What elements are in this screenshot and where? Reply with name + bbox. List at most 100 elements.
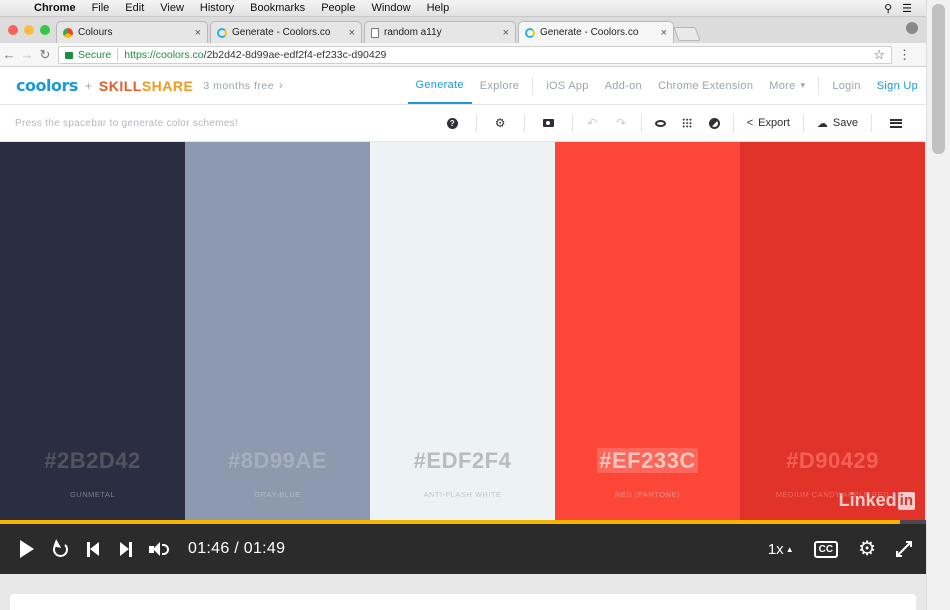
closed-captions-button[interactable]: CC [813, 540, 839, 558]
nav-divider [532, 76, 534, 95]
swatch-hex[interactable]: #D90429 [740, 448, 925, 474]
color-swatch-red-pantone[interactable]: #EF233C RED (PANTONE) [555, 142, 740, 520]
menu-edit[interactable]: Edit [117, 2, 152, 14]
zoom-window-icon[interactable] [40, 25, 50, 35]
help-icon[interactable]: ? [443, 114, 462, 133]
menu-people[interactable]: People [313, 2, 363, 14]
swatch-hex[interactable]: #EF233C [555, 448, 740, 474]
nav-ios-app[interactable]: iOS App [538, 67, 596, 104]
mac-menu-bar: Chrome File Edit View History Bookmarks … [0, 0, 926, 17]
window-controls [8, 25, 50, 35]
generator-toolbar: Press the spacebar to generate color sch… [0, 105, 926, 142]
close-tab-icon[interactable]: × [349, 27, 355, 39]
content-card [10, 594, 916, 610]
coolors-icon [525, 27, 535, 38]
toolbar-divider [802, 114, 804, 132]
back-arrow-icon[interactable]: ← [0, 47, 18, 62]
redo-icon[interactable]: ↷ [612, 114, 631, 133]
toolbar-divider [523, 114, 525, 132]
tab-generate-coolors[interactable]: Generate - Coolors.co × [210, 21, 362, 43]
swatch-hex[interactable]: #2B2D42 [0, 448, 185, 474]
settings-gear-icon[interactable]: ⚙ [491, 114, 510, 133]
coolors-header: coolors + SKILLSHARE 3 months free › Gen… [0, 67, 926, 105]
notification-center-icon[interactable]: ☰ [902, 2, 912, 15]
save-button[interactable]: ☁ Save [817, 117, 858, 130]
menu-app-name[interactable]: Chrome [26, 2, 84, 14]
nav-chrome-extension[interactable]: Chrome Extension [650, 67, 761, 104]
google-icon [63, 27, 73, 38]
page-scrollbar[interactable] [926, 0, 950, 610]
playback-speed-button[interactable]: 1x ▲ [768, 541, 794, 558]
grid-icon[interactable] [678, 114, 697, 133]
nav-explore[interactable]: Explore [472, 67, 527, 104]
plus-sign: + [84, 78, 92, 93]
export-button[interactable]: < Export [747, 117, 790, 129]
color-swatch-gunmetal[interactable]: #2B2D42 GUNMETAL [0, 142, 185, 520]
menu-window[interactable]: Window [363, 2, 418, 14]
spotlight-search-icon[interactable]: ⚲ [884, 2, 892, 15]
menu-file[interactable]: File [84, 2, 118, 14]
signup-link[interactable]: Sign Up [869, 67, 926, 104]
toolbar-divider [475, 114, 477, 132]
nav-divider [818, 76, 820, 95]
play-icon[interactable] [12, 534, 42, 564]
tab-title: random a11y [384, 27, 442, 38]
menu-history[interactable]: History [192, 2, 242, 14]
close-window-icon[interactable] [8, 25, 18, 35]
swatch-hex[interactable]: #EDF2F4 [370, 448, 555, 474]
forward-arrow-icon[interactable]: → [18, 47, 36, 62]
profile-icon[interactable] [906, 22, 918, 34]
replay-icon[interactable] [45, 534, 75, 564]
menu-view[interactable]: View [152, 2, 192, 14]
fullscreen-icon[interactable] [896, 541, 912, 557]
url-input[interactable]: Secure https://coolors.co/2b2d42-8d99ae-… [58, 45, 892, 64]
menu-bookmarks[interactable]: Bookmarks [242, 2, 313, 14]
skillshare-logo[interactable]: SKILLSHARE [99, 78, 193, 94]
reload-icon[interactable]: ↻ [36, 47, 54, 63]
toolbar-divider [732, 114, 734, 132]
menu-help[interactable]: Help [419, 2, 458, 14]
nav-more[interactable]: More ▾ [761, 67, 813, 104]
next-icon[interactable] [111, 534, 141, 564]
document-icon [371, 27, 379, 38]
hamburger-menu-icon[interactable] [886, 114, 905, 133]
camera-icon[interactable] [539, 114, 558, 133]
close-tab-icon[interactable]: × [661, 27, 667, 39]
bookmark-star-icon[interactable]: ☆ [873, 47, 885, 63]
swatch-color-name: GUNMETAL [69, 490, 116, 499]
secure-label: Secure [78, 48, 119, 61]
settings-gear-icon[interactable]: ⚙ [858, 539, 876, 559]
color-swatch-medium-candy-apple-red[interactable]: #D90429 MEDIUM CANDY APPLE RED Linked in [740, 142, 925, 520]
view-eye-icon[interactable] [651, 114, 670, 133]
contrast-icon[interactable] [705, 114, 724, 133]
scrollbar-thumb[interactable] [932, 4, 945, 154]
undo-icon[interactable]: ↶ [583, 114, 602, 133]
swatch-hex[interactable]: #8D99AE [185, 448, 370, 474]
color-swatch-gray-blue[interactable]: #8D99AE GRAY-BLUE [185, 142, 370, 520]
nav-generate[interactable]: Generate [407, 67, 472, 104]
swatch-color-name: GRAY-BLUE [254, 490, 301, 499]
tab-random-a11y[interactable]: random a11y × [364, 21, 516, 43]
tab-colours[interactable]: Colours × [56, 21, 208, 43]
login-link[interactable]: Login [824, 67, 868, 104]
browser-menu-icon[interactable]: ⋮ [898, 47, 911, 63]
caret-up-icon: ▲ [785, 544, 794, 554]
close-tab-icon[interactable]: × [503, 27, 509, 39]
nav-add-on[interactable]: Add-on [597, 67, 650, 104]
lock-icon [65, 52, 73, 59]
new-tab-button[interactable] [673, 27, 701, 41]
previous-icon[interactable] [78, 534, 108, 564]
cloud-upload-icon: ☁ [816, 117, 828, 130]
toolbar-actions: ? ⚙ ↶ ↷ < Export ☁ Save [434, 105, 926, 141]
video-controls: 01:46 / 01:49 1x ▲ CC ⚙ [0, 524, 926, 574]
minimize-window-icon[interactable] [24, 25, 34, 35]
swatch-color-name: ANTI-FLASH WHITE [423, 490, 502, 499]
screen: Chrome File Edit View History Bookmarks … [0, 0, 950, 610]
toolbar-divider [871, 114, 872, 132]
close-tab-icon[interactable]: × [195, 27, 201, 39]
color-swatch-anti-flash-white[interactable]: #EDF2F4 ANTI-FLASH WHITE [370, 142, 555, 520]
promo-link[interactable]: 3 months free [203, 80, 274, 92]
volume-icon[interactable] [144, 534, 174, 564]
coolors-logo[interactable]: coolors [16, 76, 78, 95]
tab-generate-coolors-active[interactable]: Generate - Coolors.co × [518, 21, 674, 43]
